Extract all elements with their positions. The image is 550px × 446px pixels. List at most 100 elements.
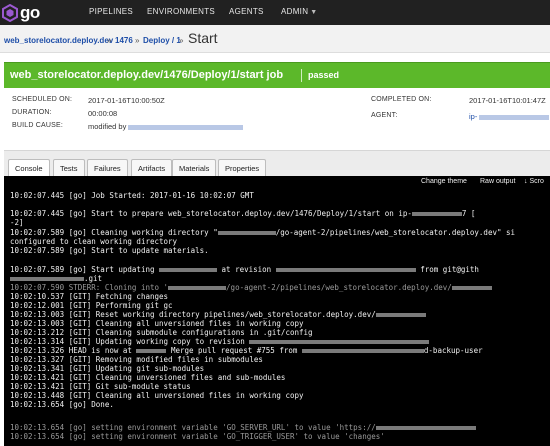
console-line: 10:02:13.421 [GIT] Cleaning unversioned … <box>10 373 285 382</box>
redacted-text <box>479 114 550 120</box>
console-text: 10:02:07.589 [go] Start updating <box>10 265 160 274</box>
redacted-text <box>217 231 276 235</box>
scroll-button[interactable]: ↓ Scro <box>524 178 544 185</box>
console-line: 10:02:13.654 [go] setting environment va… <box>10 423 476 432</box>
duration-label: DURATION: <box>12 109 52 116</box>
redacted-text <box>136 349 167 353</box>
console-line: 10:02:07.445 [go] Job Started: 2017-01-1… <box>10 191 254 200</box>
console-text: 10:02:13.212 [GIT] Cleaning submodule co… <box>10 328 313 337</box>
console-line: 10:02:13.654 [go] Done. <box>10 400 114 409</box>
console-text: /go-agent-2/pipelines/web_storelocator.d… <box>226 283 452 292</box>
redacted-text <box>451 286 492 290</box>
redacted-text <box>275 268 416 272</box>
console-text: 10:02:13.003 [GIT] Cleaning all unversio… <box>10 319 304 328</box>
console-line: 10:02:07.590 STDERR: Cloning into ' /go-a… <box>10 283 492 292</box>
console-line: 10:02:10.537 [GIT] Fetching changes <box>10 292 168 301</box>
console-line: 10:02:07.445 [go] Start to prepare web_s… <box>10 209 475 218</box>
console-toolbar: Change theme Raw output ↓ Scro <box>4 176 550 188</box>
redacted-text <box>375 426 476 430</box>
redacted-text <box>301 349 424 353</box>
breadcrumb-pipeline[interactable]: web_storelocator.deploy.dev <box>4 36 113 45</box>
raw-output-button[interactable]: Raw output <box>480 178 515 185</box>
agent-value: ip- <box>469 112 478 121</box>
console-text: 10:02:13.326 HEAD is now at <box>10 346 137 355</box>
nav-agents[interactable]: AGENTS <box>229 7 264 16</box>
build-cause-label: BUILD CAUSE: <box>12 122 64 129</box>
breadcrumb-separator: » <box>179 36 184 45</box>
redacted-text <box>10 277 84 281</box>
job-status-bar: web_storelocator.deploy.dev/1476/Deploy/… <box>4 62 550 88</box>
console-line: 10:02:07.589 [go] Start to update materi… <box>10 246 209 255</box>
console-text: /go-agent-2/pipelines/web_storelocator.d… <box>275 228 516 237</box>
build-cause-value: modified by <box>88 122 244 131</box>
tab-artifacts[interactable]: Artifacts <box>131 159 173 177</box>
completed-label: COMPLETED ON: <box>371 96 432 103</box>
console-line: 10:02:13.448 [GIT] Cleaning all unversio… <box>10 391 304 400</box>
go-logo-icon <box>2 4 18 22</box>
go-logo[interactable]: go <box>2 3 40 23</box>
page-title: Start <box>188 30 218 46</box>
redacted-text <box>128 124 244 130</box>
console-text: 10:02:07.589 [go] Start to update materi… <box>10 246 209 255</box>
tab-failures[interactable]: Failures <box>87 159 128 177</box>
console-line: 10:02:13.314 [GIT] Updating working copy… <box>10 337 430 346</box>
console-output[interactable]: 10:02:07.445 [go] Job Started: 2017-01-1… <box>4 188 550 446</box>
tab-materials[interactable]: Materials <box>172 159 217 177</box>
redacted-text <box>159 268 218 272</box>
console-line: 10:02:13.003 [GIT] Cleaning all unversio… <box>10 319 304 328</box>
console-text: 10:02:07.590 STDERR: Cloning into ' <box>10 283 169 292</box>
console-text: 10:02:07.445 [go] Job Started: 2017-01-1… <box>10 191 254 200</box>
agent-label: AGENT: <box>371 112 398 119</box>
duration-value: 00:00:08 <box>88 109 118 118</box>
logo-text: go <box>20 3 40 22</box>
console-text: 10:02:13.654 [go] setting environment va… <box>10 423 376 432</box>
breadcrumb-separator: » <box>135 36 140 45</box>
tab-bar: Console Tests Failures Artifacts Materia… <box>4 150 550 178</box>
console-line: -2] <box>10 218 24 227</box>
console-text: 10:02:12.001 [GIT] Performing git gc <box>10 301 173 310</box>
console-line: .git <box>10 274 102 283</box>
console-text: 10:02:13.654 [go] setting environment va… <box>10 432 385 441</box>
change-theme-button[interactable]: Change theme <box>421 178 467 185</box>
top-nav: go PIPELINES ENVIRONMENTS AGENTS ADMIN ▼ <box>0 0 550 25</box>
console-text: 10:02:13.448 [GIT] Cleaning all unversio… <box>10 391 304 400</box>
console-line: configured to clean working directory <box>10 237 177 246</box>
console-line: 10:02:13.212 [GIT] Cleaning submodule co… <box>10 328 313 337</box>
console-text: -2] <box>10 218 24 227</box>
console-text: 7 [ <box>461 209 476 218</box>
console-text: 10:02:13.341 [GIT] Updating git sub-modu… <box>10 364 205 373</box>
console-text: 10:02:13.003 [GIT] Reset working directo… <box>10 310 376 319</box>
console-line: 10:02:12.001 [GIT] Performing git gc <box>10 301 173 310</box>
console-text: 10:02:13.314 [GIT] Updating working copy… <box>10 337 250 346</box>
nav-environments[interactable]: ENVIRONMENTS <box>147 7 215 16</box>
console-text: 10:02:07.445 [go] Start to prepare web_s… <box>10 209 412 218</box>
chevron-down-icon: ▼ <box>310 9 318 16</box>
nav-pipelines[interactable]: PIPELINES <box>89 7 133 16</box>
job-info-panel: SCHEDULED ON: 2017-01-16T10:00:50Z DURAT… <box>4 88 550 138</box>
breadcrumb-stage[interactable]: Deploy / 1 <box>143 36 181 45</box>
redacted-text <box>411 212 462 216</box>
nav-admin[interactable]: ADMIN ▼ <box>281 7 318 16</box>
breadcrumb-counter[interactable]: 1476 <box>115 36 133 45</box>
scheduled-label: SCHEDULED ON: <box>12 96 73 103</box>
scheduled-value: 2017-01-16T10:00:50Z <box>88 96 165 105</box>
console-text: Merge pull request #755 from <box>166 346 302 355</box>
build-cause-text: modified by <box>88 122 127 131</box>
tab-tests[interactable]: Tests <box>53 159 85 177</box>
console-line: 10:02:13.327 [GIT] Removing modified fil… <box>10 355 263 364</box>
console-line: 10:02:07.589 [go] Cleaning working direc… <box>10 228 515 237</box>
tab-properties[interactable]: Properties <box>218 159 267 177</box>
console-text: 10:02:13.421 [GIT] Git sub-module status <box>10 382 191 391</box>
console-text: 10:02:07.589 [go] Cleaning working direc… <box>10 228 218 237</box>
console-text: 10:02:13.654 [go] Done. <box>10 400 114 409</box>
redacted-text <box>168 286 227 290</box>
console-text: d-backup-user <box>423 346 483 355</box>
agent-link[interactable]: ip- <box>469 112 550 121</box>
job-title: web_storelocator.deploy.dev/1476/Deploy/… <box>10 69 284 81</box>
console-text: 10:02:13.421 [GIT] Cleaning unversioned … <box>10 373 286 382</box>
breadcrumb: web_storelocator.deploy.dev » 1476 » Dep… <box>0 25 550 53</box>
divider <box>301 69 302 82</box>
console-text: at revision <box>217 265 276 274</box>
console-line: 10:02:13.421 [GIT] Git sub-module status <box>10 382 191 391</box>
console-line: 10:02:13.341 [GIT] Updating git sub-modu… <box>10 364 204 373</box>
